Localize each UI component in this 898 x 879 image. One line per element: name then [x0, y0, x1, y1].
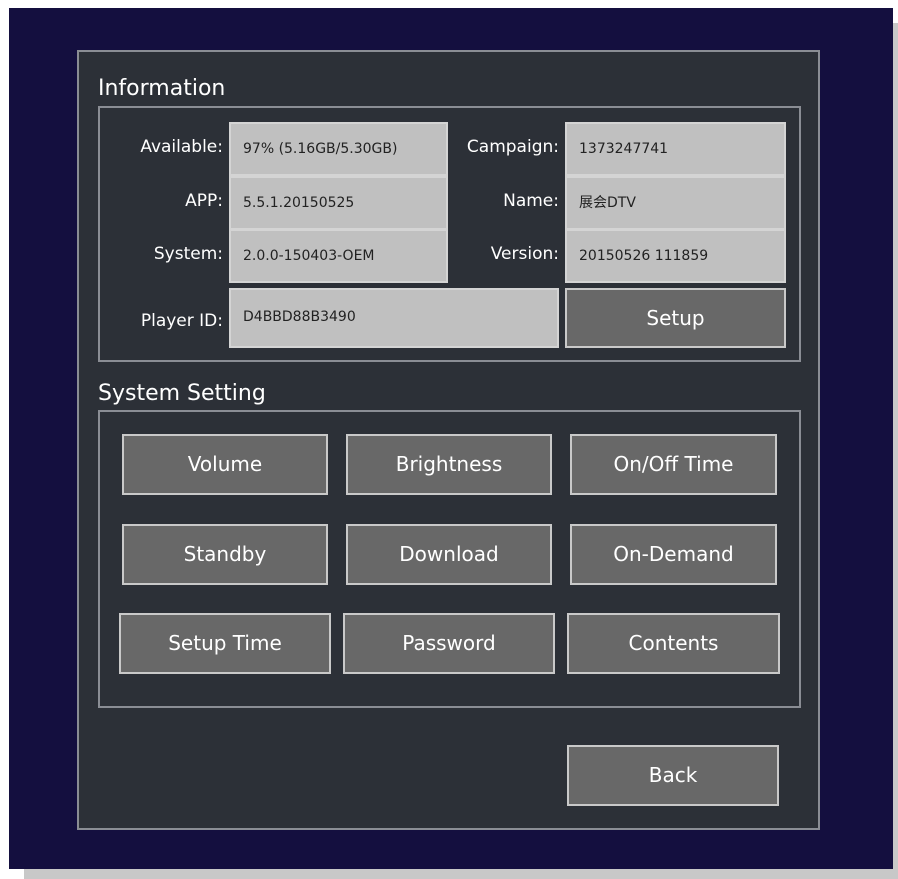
available-label: Available:	[140, 137, 223, 157]
name-label: Name:	[503, 191, 559, 211]
information-title: Information	[98, 76, 226, 101]
contents-button[interactable]: Contents	[567, 613, 780, 674]
system-field: 2.0.0-150403-OEM	[229, 229, 448, 283]
player-id-label: Player ID:	[140, 311, 223, 331]
version-field: 20150526 111859	[565, 229, 786, 283]
back-button[interactable]: Back	[567, 745, 779, 806]
version-label: Version:	[490, 244, 559, 264]
volume-button[interactable]: Volume	[122, 434, 328, 495]
available-field: 97% (5.16GB/5.30GB)	[229, 122, 448, 176]
campaign-field: 1373247741	[565, 122, 786, 176]
brightness-button[interactable]: Brightness	[346, 434, 552, 495]
app-field: 5.5.1.20150525	[229, 176, 448, 230]
campaign-label: Campaign:	[466, 137, 559, 157]
setup-time-button[interactable]: Setup Time	[119, 613, 331, 674]
standby-button[interactable]: Standby	[122, 524, 328, 585]
player-id-field: D4BBD88B3490	[229, 288, 559, 348]
password-button[interactable]: Password	[343, 613, 555, 674]
app-label: APP:	[185, 191, 223, 211]
on-demand-button[interactable]: On-Demand	[570, 524, 777, 585]
name-field: 展会DTV	[565, 176, 786, 230]
download-button[interactable]: Download	[346, 524, 552, 585]
system-setting-title: System Setting	[98, 381, 266, 406]
system-label: System:	[153, 244, 223, 264]
onoff-time-button[interactable]: On/Off Time	[570, 434, 777, 495]
setup-button[interactable]: Setup	[565, 288, 786, 348]
